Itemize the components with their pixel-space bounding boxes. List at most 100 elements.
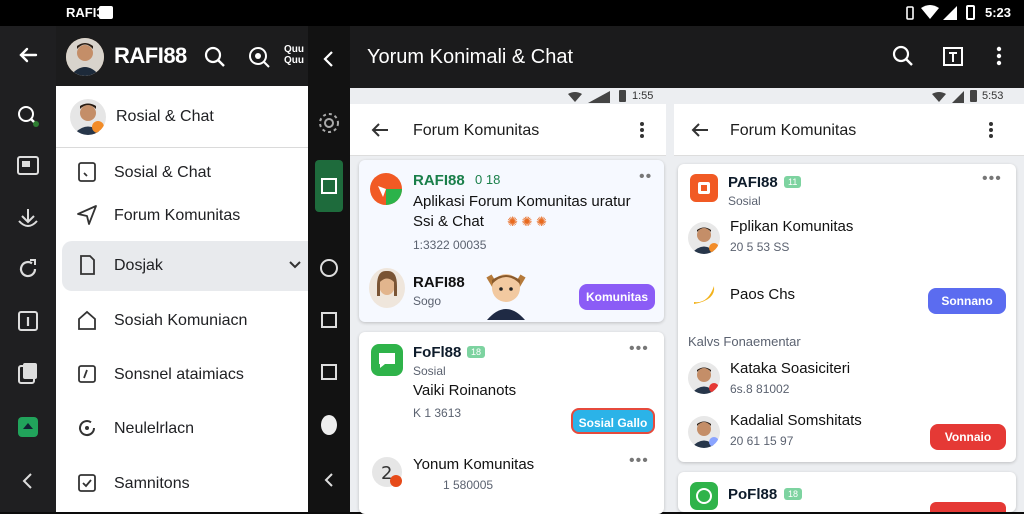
nav-item-dosjak[interactable]: Dosjak (62, 241, 308, 291)
nav-item-sonsnel-ataimiacs[interactable]: Sonsnel ataimiacs (56, 350, 308, 400)
square-icon[interactable] (319, 362, 339, 382)
oval-toggle-icon[interactable] (320, 414, 338, 436)
back-arrow-icon[interactable] (690, 120, 710, 140)
more-vert-icon[interactable] (638, 120, 646, 140)
button-label: Komunitas (585, 290, 648, 304)
secondary-action-button[interactable]: Vonnaio (930, 424, 1006, 450)
refresh-icon (76, 417, 98, 439)
download-icon[interactable] (16, 206, 40, 230)
post-badge: 18 (467, 346, 486, 358)
nav-item-sosiah-komuniacn[interactable]: Sosiah Komuniacn (56, 296, 308, 346)
battery-icon (619, 90, 626, 102)
back-arrow-icon[interactable] (16, 43, 40, 67)
note-icon (76, 161, 98, 183)
more-vert-icon[interactable] (993, 45, 1005, 67)
nav-item-label: Dosjak (114, 257, 163, 274)
back-chevron-icon[interactable] (318, 48, 340, 70)
battery-icon (966, 5, 975, 20)
search-icon[interactable] (16, 104, 40, 128)
circle-icon[interactable] (319, 258, 339, 278)
right-feed-pane: 5:53 Forum Komunitas PAFI88 11 ••• Sosia… (674, 88, 1024, 512)
more-vert-icon[interactable] (987, 120, 995, 140)
more-horiz-icon[interactable]: ••• (982, 170, 1002, 188)
row-title: Paos Chs (730, 286, 796, 303)
more-horiz-icon[interactable]: ••• (629, 452, 649, 470)
post-card[interactable]: RAFI88 0 18 •• Aplikasi Forum Komunitas … (359, 160, 664, 322)
user-avatar (688, 416, 720, 448)
post-title: Yonum Komunitas (413, 456, 535, 473)
secondary-rail (308, 26, 350, 512)
drawer-profile[interactable]: Rosial & Chat (56, 86, 308, 148)
search-icon[interactable] (892, 45, 914, 67)
status-left-label: RAFI3 (66, 5, 104, 20)
nav-item-label: Samnitons (114, 475, 190, 492)
post-author-name: PAFI88 (728, 174, 778, 191)
battery-icon (970, 90, 977, 102)
header-fragment-text: Quu Quu (284, 44, 304, 66)
nav-item-samnitons[interactable]: Samnitons (56, 459, 308, 509)
post-card[interactable]: PAFI88 11 ••• Sosial Fplikan Komunitas 2… (678, 164, 1016, 462)
profile-name: Rosial & Chat (116, 108, 214, 125)
pane-title: Forum Komunitas (413, 122, 540, 139)
nav-item-label: Sosial & Chat (114, 164, 211, 181)
sosial-button[interactable]: Sosial Gallo (571, 408, 655, 434)
author-avatar (369, 268, 405, 308)
user-avatar[interactable] (66, 38, 104, 76)
send-icon (76, 204, 98, 226)
post-badge: 18 (784, 488, 803, 500)
page-title: Yorum Konimali & Chat (367, 46, 574, 68)
profile-icon: 2 (371, 456, 403, 488)
text-box-icon[interactable] (942, 45, 964, 67)
signal-icon (943, 5, 957, 20)
post-body: Vaiki Roinanots (413, 382, 517, 399)
post-card[interactable]: FoFl88 18 ••• Sosial Vaiki Roinanots K 1… (359, 332, 664, 514)
notification-icon (99, 6, 113, 19)
row-meta: 20 61 15 97 (730, 434, 794, 448)
back-chevron-icon[interactable] (319, 470, 339, 490)
post-meta: 1:3322 00035 (413, 238, 487, 252)
pane-time: 1:55 (632, 90, 654, 102)
more-horiz-icon[interactable]: •• (639, 168, 652, 186)
post-sub: Sosial (728, 194, 761, 208)
square-icon[interactable] (319, 310, 339, 330)
app-name: RAFI88 (114, 43, 187, 68)
refresh-icon[interactable] (16, 257, 40, 281)
active-square-button[interactable] (315, 160, 343, 212)
button-label: Sonnano (941, 294, 993, 308)
row-title: Fplikan Komunitas (730, 218, 854, 235)
nav-item-label: Sosiah Komuniacn (114, 312, 248, 329)
nav-item-neulelrlacn[interactable]: Neulelrlacn (56, 404, 308, 454)
row-title: Kataka Soasiciteri (730, 360, 851, 377)
vibrate-icon (903, 6, 917, 20)
image-icon[interactable] (16, 154, 40, 178)
app-logo-icon[interactable] (16, 415, 40, 439)
user-avatar (688, 222, 720, 254)
collapse-chevron-icon[interactable] (16, 469, 40, 493)
status-time: 5:23 (985, 5, 1012, 20)
pane-title: Forum Komunitas (730, 122, 857, 139)
community-button[interactable]: Komunitas (579, 284, 655, 310)
info-box-icon[interactable] (16, 309, 40, 333)
profile-avatar (70, 99, 106, 135)
post-tag: 0 18 (475, 172, 501, 187)
copy-icon[interactable] (16, 361, 40, 385)
nav-item-label: Neulelrlacn (114, 420, 195, 437)
post-meta: K 1 3613 (413, 406, 462, 420)
edit-box-icon (76, 363, 98, 385)
zoom-icon[interactable] (248, 46, 270, 68)
row-meta: 6s.8 81002 (730, 382, 790, 396)
row-title: Kadalial Somshitats (730, 412, 862, 429)
post-sub: Sosial (413, 364, 446, 378)
post-badge: 11 (784, 176, 802, 188)
settings-gear-icon[interactable] (318, 112, 340, 134)
action-button-partial[interactable] (930, 502, 1006, 512)
more-horiz-icon[interactable]: ••• (629, 340, 649, 358)
app-logo-icon (690, 174, 718, 202)
nav-item-forum-komunitas[interactable]: Forum Komunitas (56, 191, 308, 241)
back-arrow-icon[interactable] (370, 120, 390, 140)
main-app-bar: Yorum Konimali & Chat (350, 26, 1024, 88)
search-icon[interactable] (204, 46, 226, 68)
primary-action-button[interactable]: Sonnano (928, 288, 1006, 314)
post-card[interactable]: PoFl88 18 (678, 472, 1016, 512)
check-box-icon (76, 472, 98, 494)
